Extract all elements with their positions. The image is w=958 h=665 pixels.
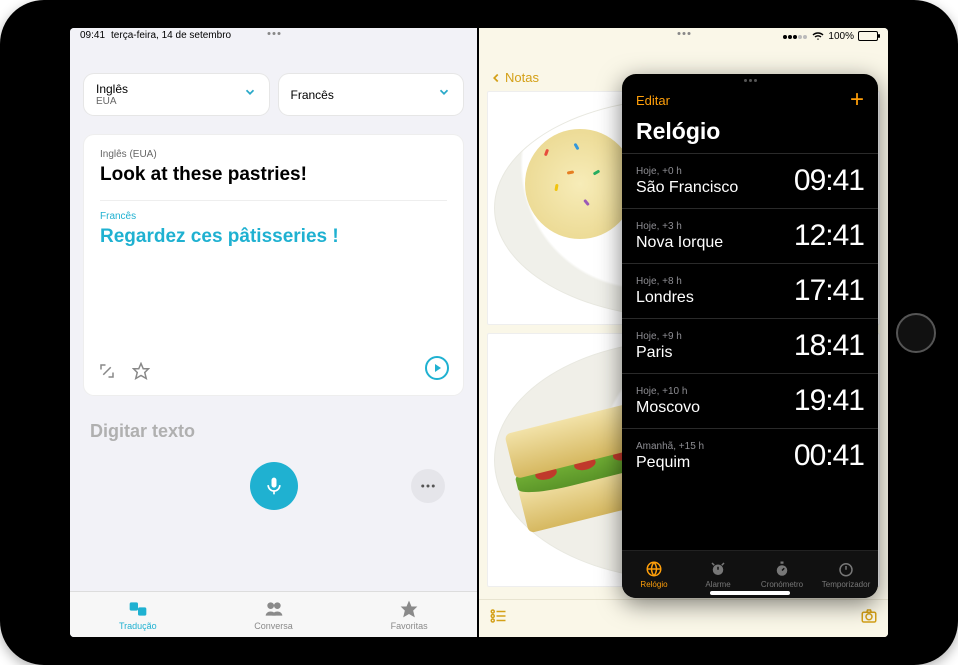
- split-handle-right[interactable]: [677, 32, 690, 35]
- city-time: 17:41: [794, 274, 864, 308]
- city-offset: Hoje, +10 h: [636, 386, 700, 397]
- city-name: Londres: [636, 289, 694, 307]
- city-time: 09:41: [794, 164, 864, 198]
- tab-label: Temporizador: [822, 580, 870, 589]
- city-row[interactable]: Amanhã, +15 h Pequim 00:41: [622, 428, 878, 483]
- clock-app-slideover: Editar + Relógio Hoje, +0 h São Francisco…: [622, 74, 878, 598]
- wifi-icon: [812, 30, 824, 42]
- city-row[interactable]: Hoje, +3 h Nova Iorque 12:41: [622, 208, 878, 263]
- play-icon[interactable]: [425, 356, 449, 385]
- status-bar-left: 09:41 terça-feira, 14 de setembro: [80, 30, 231, 41]
- tab-translate[interactable]: Tradução: [70, 592, 206, 637]
- star-icon[interactable]: [132, 362, 150, 380]
- tab-label: Conversa: [254, 621, 293, 631]
- source-lang-name: Inglês: [96, 82, 128, 96]
- edit-button[interactable]: Editar: [636, 93, 670, 108]
- city-name: Pequim: [636, 454, 704, 472]
- tab-label: Cronómetro: [761, 580, 803, 589]
- status-bar-right: 100%: [783, 30, 878, 42]
- city-row[interactable]: Hoje, +0 h São Francisco 09:41: [622, 153, 878, 208]
- city-time: 19:41: [794, 384, 864, 418]
- target-language-selector[interactable]: Francês: [279, 74, 464, 115]
- city-time: 18:41: [794, 329, 864, 363]
- ipad-frame: 09:41 terça-feira, 14 de setembro Inglês…: [0, 0, 958, 665]
- city-offset: Amanhã, +15 h: [636, 441, 704, 452]
- source-text[interactable]: Look at these pastries!: [100, 164, 447, 186]
- source-lang-region: EUA: [96, 96, 128, 107]
- city-time: 00:41: [794, 439, 864, 473]
- translate-app: 09:41 terça-feira, 14 de setembro Inglês…: [70, 28, 479, 637]
- tab-world-clock[interactable]: Relógio: [622, 551, 686, 598]
- target-lang-name: Francês: [291, 88, 334, 102]
- tab-conversation[interactable]: Conversa: [206, 592, 342, 637]
- target-language-label: Francês: [100, 211, 447, 222]
- city-offset: Hoje, +8 h: [636, 276, 694, 287]
- target-text: Regardez ces pâtisseries !: [100, 226, 447, 248]
- world-clock-list[interactable]: Hoje, +0 h São Francisco 09:41 Hoje, +3 h…: [622, 153, 878, 483]
- status-date: terça-feira, 14 de setembro: [111, 30, 231, 41]
- source-language-selector[interactable]: Inglês EUA: [84, 74, 269, 115]
- add-button[interactable]: +: [850, 86, 864, 114]
- city-name: Moscovo: [636, 399, 700, 417]
- city-row[interactable]: Hoje, +8 h Londres 17:41: [622, 263, 878, 318]
- expand-icon[interactable]: [98, 362, 116, 380]
- camera-icon[interactable]: [860, 607, 878, 630]
- home-indicator[interactable]: [710, 591, 790, 595]
- notes-back-label: Notas: [505, 70, 539, 85]
- input-placeholder: Digitar texto: [84, 407, 463, 456]
- tab-timer[interactable]: Temporizador: [814, 551, 878, 598]
- screen: 09:41 terça-feira, 14 de setembro Inglês…: [70, 28, 888, 637]
- more-button[interactable]: [411, 469, 445, 503]
- divider: [100, 200, 447, 201]
- notes-toolbar: [479, 599, 888, 637]
- home-button[interactable]: [896, 313, 936, 353]
- checklist-icon[interactable]: [489, 607, 507, 630]
- translation-card: Inglês (EUA) Look at these pastries! Fra…: [84, 135, 463, 395]
- tab-label: Tradução: [119, 621, 157, 631]
- city-name: Nova Iorque: [636, 234, 723, 252]
- slideover-top-handle[interactable]: [622, 74, 878, 84]
- city-offset: Hoje, +9 h: [636, 331, 682, 342]
- status-time: 09:41: [80, 30, 105, 41]
- city-name: Paris: [636, 344, 682, 362]
- city-offset: Hoje, +0 h: [636, 166, 738, 177]
- battery-icon: [858, 31, 878, 41]
- tab-label: Alarme: [705, 580, 730, 589]
- tab-label: Favoritas: [391, 621, 428, 631]
- city-row[interactable]: Hoje, +10 h Moscovo 19:41: [622, 373, 878, 428]
- notes-app: 100% Notas: [479, 28, 888, 637]
- translate-tab-bar: Tradução Conversa Favoritas: [70, 591, 477, 637]
- tab-label: Relógio: [640, 580, 667, 589]
- city-offset: Hoje, +3 h: [636, 221, 723, 232]
- city-name: São Francisco: [636, 179, 738, 197]
- chevron-down-icon: [243, 85, 257, 104]
- chevron-down-icon: [437, 85, 451, 104]
- city-time: 12:41: [794, 219, 864, 253]
- signal-icon: [783, 31, 808, 42]
- city-row[interactable]: Hoje, +9 h Paris 18:41: [622, 318, 878, 373]
- microphone-button[interactable]: [250, 462, 298, 510]
- tab-favorites[interactable]: Favoritas: [341, 592, 477, 637]
- text-input-area[interactable]: Digitar texto: [84, 407, 463, 520]
- source-language-label: Inglês (EUA): [100, 149, 447, 160]
- split-handle-left[interactable]: [267, 32, 280, 35]
- clock-title: Relógio: [622, 116, 878, 153]
- battery-percent: 100%: [828, 31, 854, 42]
